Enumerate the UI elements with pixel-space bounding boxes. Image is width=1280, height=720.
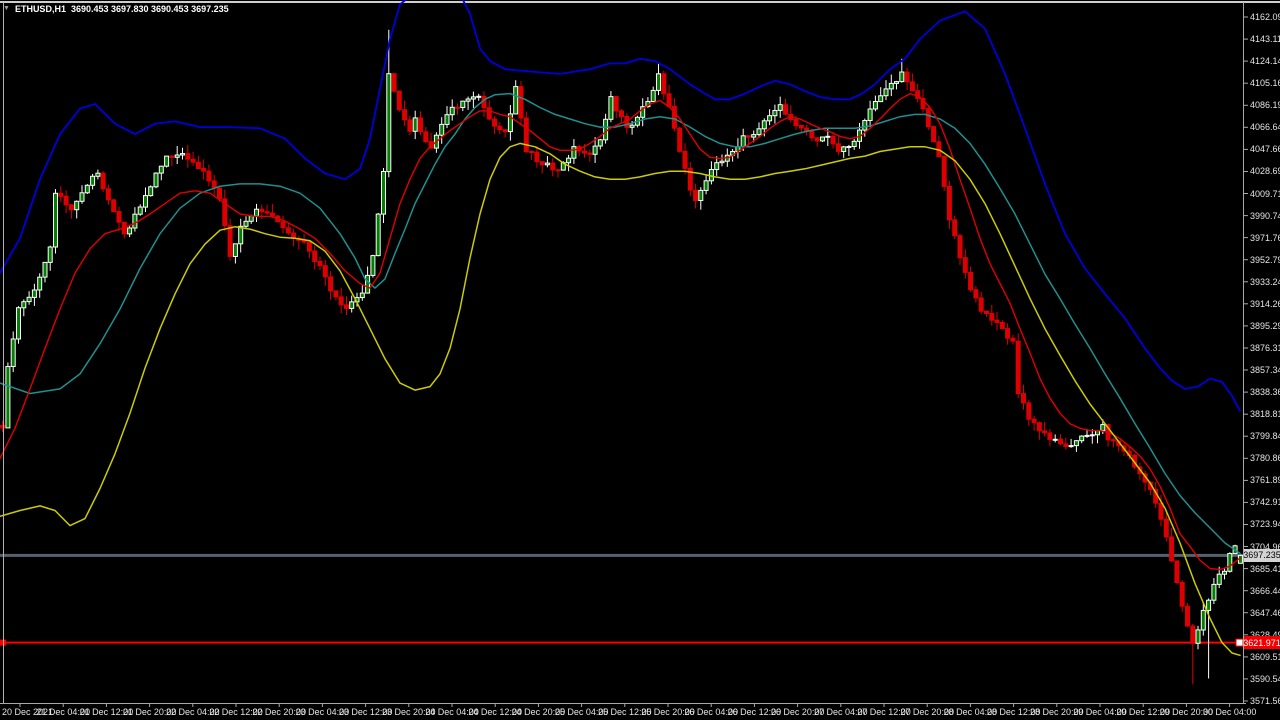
price-axis-label: 3838.365 xyxy=(1250,387,1280,397)
price-axis-label: 4124.140 xyxy=(1250,56,1280,66)
price-axis-label: 3971.765 xyxy=(1250,233,1280,243)
line-anchor-marker[interactable] xyxy=(1236,639,1243,646)
price-axis-label: 4047.665 xyxy=(1250,144,1280,154)
price-axis-label: 3857.340 xyxy=(1250,365,1280,375)
time-axis-label: 30 Dec 04:00 xyxy=(1203,707,1257,717)
price-axis-label: 3799.840 xyxy=(1250,431,1280,441)
price-axis-label: 4066.640 xyxy=(1250,122,1280,132)
price-axis-label: 3723.940 xyxy=(1250,519,1280,529)
price-axis-label: 3666.440 xyxy=(1250,586,1280,596)
price-axis-label: 3895.290 xyxy=(1250,321,1280,331)
price-axis-label: 3780.865 xyxy=(1250,453,1280,463)
mt4-chart-window: ▼ ETHUSD,H1 3690.453 3697.830 3690.453 3… xyxy=(0,0,1280,720)
alert-price-box: 3621.971 xyxy=(1244,636,1280,649)
symbol-dropdown-icon[interactable]: ▼ xyxy=(3,5,10,13)
current-price-label: 3697.235 xyxy=(1243,550,1280,560)
stop-line[interactable] xyxy=(0,642,1243,644)
price-axis-label: 3952.790 xyxy=(1250,255,1280,265)
price-axis-label: 3742.915 xyxy=(1250,497,1280,507)
symbol-period-label: ETHUSD,H1 xyxy=(15,4,66,14)
price-axis-label: 3933.240 xyxy=(1250,277,1280,287)
price-axis-label: 3609.515 xyxy=(1250,652,1280,662)
candles xyxy=(1,30,1243,685)
price-axis-label: 3647.465 xyxy=(1250,608,1280,618)
bid-price-line xyxy=(0,554,1243,557)
price-axis-label: 3571.565 xyxy=(1250,696,1280,706)
price-axis-label: 4028.690 xyxy=(1250,166,1280,176)
price-axis-label: 3990.740 xyxy=(1250,211,1280,221)
price-axis-label: 3914.265 xyxy=(1250,299,1280,309)
chart-title: ▼ ETHUSD,H1 3690.453 3697.830 3690.453 3… xyxy=(3,4,229,14)
lower-band-line xyxy=(0,143,1240,655)
price-axis-label: 3761.890 xyxy=(1250,475,1280,485)
current-price-box: 3697.235 xyxy=(1244,549,1280,562)
upper-band-line xyxy=(0,0,1240,411)
price-axis-label: 4105.165 xyxy=(1250,78,1280,88)
fast-ma-line xyxy=(0,94,1240,570)
price-axis-label: 3590.540 xyxy=(1250,674,1280,684)
price-axis-label: 4143.115 xyxy=(1250,34,1280,44)
price-axis-label: 3685.415 xyxy=(1250,564,1280,574)
ohlc-values: 3690.453 3697.830 3690.453 3697.235 xyxy=(71,4,229,14)
price-axis-label: 4086.190 xyxy=(1250,100,1280,110)
slow-ma-line xyxy=(0,94,1240,554)
price-axis-label: 4009.715 xyxy=(1250,189,1280,199)
chart-canvas[interactable] xyxy=(0,0,1280,720)
price-axis-label: 4162.090 xyxy=(1250,12,1280,22)
price-axis-label: 3818.815 xyxy=(1250,409,1280,419)
price-axis-label: 3876.315 xyxy=(1250,343,1280,353)
alert-price-label: 3621.971 xyxy=(1243,638,1280,648)
